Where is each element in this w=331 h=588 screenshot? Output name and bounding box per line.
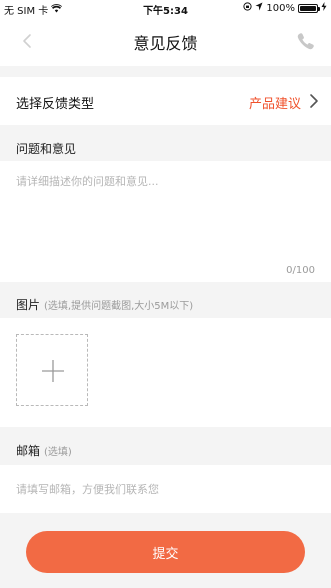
feedback-type-value[interactable]: 产品建议 <box>249 93 301 112</box>
images-box <box>0 318 331 427</box>
battery-fill <box>300 5 316 11</box>
status-bar-right: 100% <box>243 2 327 14</box>
email-box <box>0 465 331 513</box>
email-input[interactable] <box>16 477 315 501</box>
nav-bar: 意见反馈 <box>0 16 331 66</box>
issue-section-label: 问题和意见 <box>16 142 77 156</box>
issue-char-counter: 0/100 <box>286 265 315 276</box>
add-image-button[interactable] <box>16 334 88 406</box>
images-section-title: 图片 (选填,提供问题截图,大小5M以下) <box>16 296 193 313</box>
chevron-right-icon[interactable] <box>307 93 321 109</box>
feedback-type-row[interactable]: 选择反馈类型 产品建议 <box>0 77 331 125</box>
feedback-type-label: 选择反馈类型 <box>16 97 95 112</box>
location-icon <box>255 2 263 14</box>
email-section-title: 邮箱 (选填) <box>16 442 72 459</box>
lock-rotation-icon <box>243 2 253 14</box>
battery-percent: 100% <box>266 2 295 14</box>
images-section-label: 图片 <box>16 298 41 312</box>
phone-icon[interactable] <box>295 30 317 52</box>
submit-button[interactable]: 提交 <box>26 531 305 573</box>
images-section-hint: (选填,提供问题截图,大小5M以下) <box>44 301 194 312</box>
battery-icon <box>298 3 320 13</box>
status-bar: 无 SIM 卡 下午5:34 100% <box>0 0 331 17</box>
email-section-hint: (选填) <box>44 447 72 458</box>
charging-icon <box>321 2 327 14</box>
page-title: 意见反馈 <box>133 34 198 53</box>
issue-box: 0/100 <box>0 161 331 282</box>
issue-textarea[interactable] <box>16 173 315 255</box>
email-section-label: 邮箱 <box>16 444 41 458</box>
